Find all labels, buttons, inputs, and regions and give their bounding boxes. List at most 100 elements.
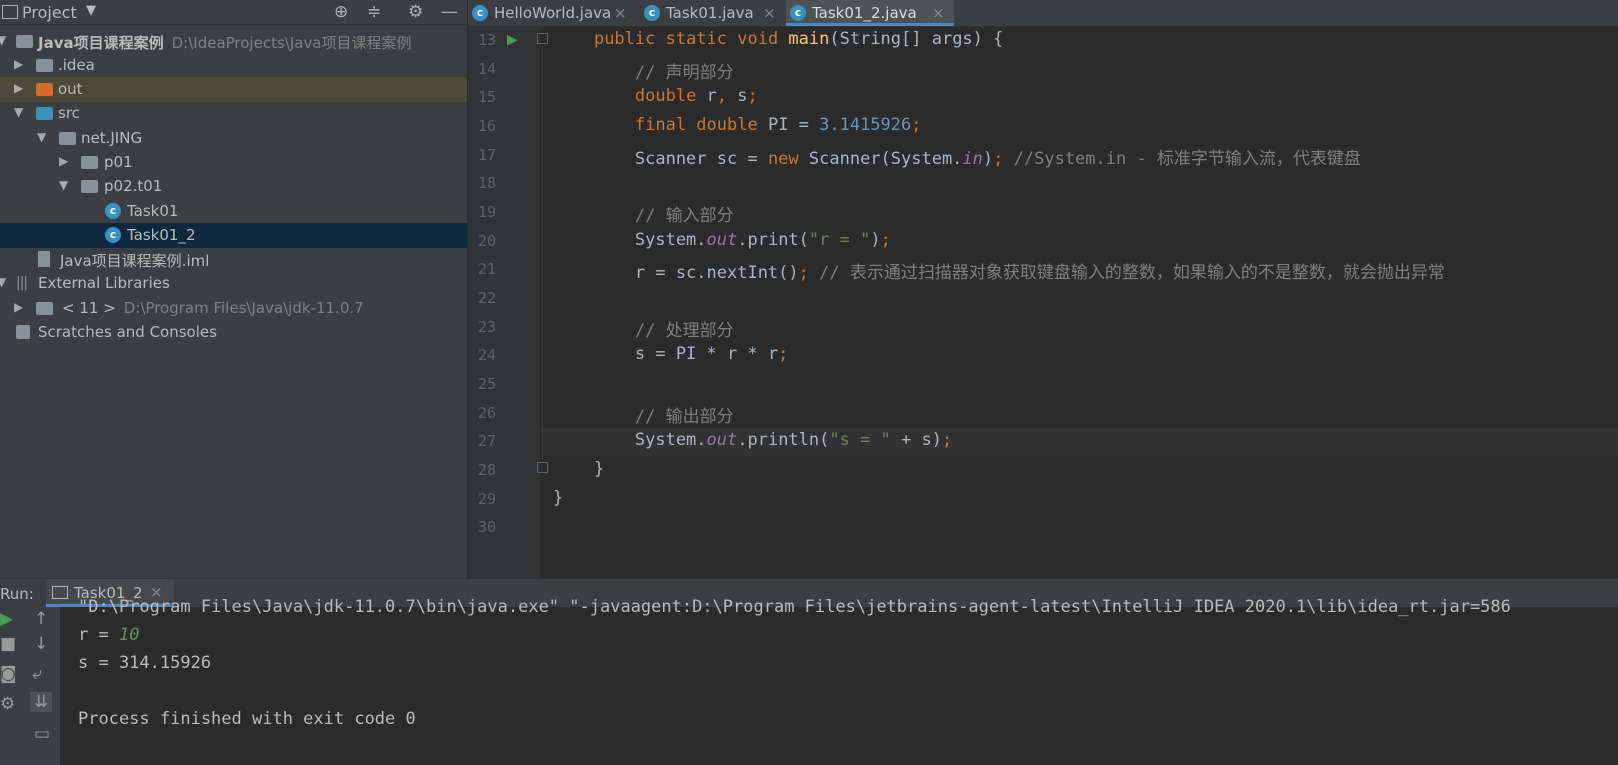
console-line-exit: Process finished with exit code 0 — [78, 709, 416, 729]
gear-icon[interactable]: ⚙ — [408, 2, 423, 22]
tree-item-label: Task01_2 — [127, 226, 196, 244]
scroll-to-end-icon[interactable]: ⇊ — [30, 692, 53, 712]
chevron-down-icon[interactable]: ▼ — [0, 33, 6, 47]
tree-item-scratches[interactable]: Scratches and Consoles — [0, 320, 467, 345]
excluded-folder-icon — [36, 83, 53, 96]
soft-wrap-icon[interactable]: ⤶ — [32, 664, 42, 684]
minimize-icon[interactable]: — — [441, 2, 458, 22]
chevron-down-icon[interactable]: ▼ — [59, 178, 68, 192]
tree-item-jdk[interactable]: ▶ < 11 > D:\Program Files\Java\jdk-11.0.7 — [0, 296, 467, 321]
line-number: 25 — [477, 375, 496, 393]
line-number: 20 — [477, 232, 496, 250]
java-class-icon: c — [790, 5, 806, 21]
tree-item-src[interactable]: ▼ src — [0, 101, 467, 126]
close-icon[interactable]: × — [932, 4, 945, 22]
jdk-folder-icon — [36, 302, 53, 315]
code-line: } — [553, 459, 605, 479]
code-line: System.out.println("s = " + s); — [553, 430, 953, 450]
line-number: 26 — [477, 404, 496, 422]
tab-helloworld[interactable]: c HelloWorld.java × — [468, 0, 638, 26]
tree-item-task01[interactable]: c Task01 — [0, 199, 467, 224]
line-number: 29 — [477, 490, 496, 508]
run-gutter-icon[interactable]: ▶ — [507, 32, 518, 48]
tree-item-label: < 11 > — [62, 299, 116, 317]
java-class-icon: c — [105, 227, 121, 243]
tab-label: Task01_2.java — [812, 4, 917, 22]
tree-item-out[interactable]: ▶ out — [0, 77, 467, 102]
dropdown-arrow-icon[interactable]: ▼ — [86, 3, 96, 18]
folder-icon — [36, 59, 53, 72]
tree-item-label: Scratches and Consoles — [38, 323, 217, 341]
line-number: 27 — [477, 432, 496, 450]
chevron-down-icon[interactable]: ▼ — [14, 105, 23, 119]
java-class-icon: c — [472, 5, 488, 21]
chevron-right-icon[interactable]: ▶ — [14, 300, 23, 314]
close-icon[interactable]: × — [763, 4, 776, 22]
project-header: Project ▼ ⊕ ≑ ⚙ — — [0, 0, 467, 25]
project-pane: Project ▼ ⊕ ≑ ⚙ — ▼ Java项目课程案例 D:\IdeaPro… — [0, 0, 468, 578]
console-prompt: r = — [78, 625, 119, 645]
code-line: // 处理部分 — [634, 321, 734, 341]
tree-item-package-net-jing[interactable]: ▼ net.JING — [0, 126, 467, 151]
line-number: 19 — [477, 203, 496, 221]
locate-icon[interactable]: ⊕ — [334, 2, 348, 22]
line-number: 16 — [477, 117, 496, 135]
console-line-input: r = 10 — [78, 625, 139, 645]
rerun-icon[interactable]: ▶ — [0, 609, 13, 629]
print-icon[interactable]: ▭ — [34, 724, 50, 744]
close-icon[interactable]: × — [614, 4, 627, 22]
code-line: // 输出部分 — [634, 407, 734, 427]
tree-item-label: src — [58, 104, 80, 122]
line-number: 17 — [477, 146, 496, 164]
tree-item-label: Java项目课程案例.iml — [60, 252, 210, 270]
tree-item-idea[interactable]: ▶ .idea — [0, 53, 467, 78]
code-editor[interactable] — [541, 27, 1618, 578]
project-title[interactable]: Project — [22, 3, 77, 22]
tree-item-package-p01[interactable]: ▶ p01 — [0, 150, 467, 175]
up-arrow-icon[interactable]: ↑ — [34, 609, 48, 629]
tab-task01[interactable]: c Task01.java × — [640, 0, 785, 26]
line-number: 14 — [477, 60, 496, 78]
code-line: final double PI = 3.1415926; — [634, 115, 922, 135]
code-line: Scanner sc = new Scanner(System.in); //S… — [553, 149, 1361, 169]
chevron-down-icon[interactable]: ▼ — [0, 275, 6, 289]
stop-icon[interactable]: ■ — [0, 634, 16, 654]
project-pane-icon — [2, 5, 18, 19]
code-line: r = sc.nextInt(); // 表示通过扫描器对象获取键盘输入的整数，… — [553, 263, 1445, 283]
tree-item-path: D:\IdeaProjects\Java项目课程案例 — [171, 34, 412, 52]
tree-item-task01-2[interactable]: c Task01_2 — [0, 223, 467, 248]
chevron-down-icon[interactable]: ▼ — [37, 130, 46, 144]
tree-item-project-root[interactable]: ▼ Java项目课程案例 D:\IdeaProjects\Java项目课程案例 — [0, 29, 467, 54]
tree-item-label: net.JING — [81, 129, 143, 147]
fold-marker-icon[interactable] — [537, 462, 548, 473]
tree-item-label: p02.t01 — [104, 177, 163, 195]
collapse-all-icon[interactable]: ≑ — [367, 2, 381, 22]
iml-file-icon — [38, 251, 50, 267]
run-label: Run: — [0, 585, 34, 603]
line-number: 24 — [477, 346, 496, 364]
code-line: double r, s; — [634, 86, 758, 106]
tree-item-package-p02-t01[interactable]: ▼ p02.t01 — [0, 174, 467, 199]
tree-item-external-libraries[interactable]: ▼ ||| External Libraries — [0, 271, 467, 296]
code-line: s = PI * r * r; — [553, 344, 789, 364]
console-user-input: 10 — [118, 625, 140, 645]
fold-marker-icon[interactable] — [537, 33, 548, 44]
tree-item-path: D:\Program Files\Java\jdk-11.0.7 — [123, 299, 364, 317]
chevron-right-icon[interactable]: ▶ — [59, 154, 68, 168]
down-arrow-icon[interactable]: ↓ — [34, 634, 48, 654]
chevron-right-icon[interactable]: ▶ — [14, 57, 23, 71]
tab-task01-2[interactable]: c Task01_2.java × — [786, 0, 954, 26]
library-icon: ||| — [16, 275, 28, 291]
module-folder-icon — [16, 35, 33, 48]
editor-tabs: c HelloWorld.java × c Task01.java × c Ta… — [468, 0, 1618, 27]
line-number: 15 — [477, 88, 496, 106]
code-line: public static void main(String[] args) { — [593, 29, 1004, 49]
tab-label: Task01.java — [666, 4, 754, 22]
console-line-result: s = 314.15926 — [78, 653, 212, 673]
tree-item-iml[interactable]: Java项目课程案例.iml — [0, 247, 467, 272]
camera-icon[interactable]: ◙ — [0, 664, 17, 684]
chevron-right-icon[interactable]: ▶ — [14, 81, 23, 95]
source-folder-icon — [36, 107, 53, 120]
settings-icon[interactable]: ⚙ — [0, 694, 15, 714]
console-output[interactable] — [60, 607, 1618, 765]
